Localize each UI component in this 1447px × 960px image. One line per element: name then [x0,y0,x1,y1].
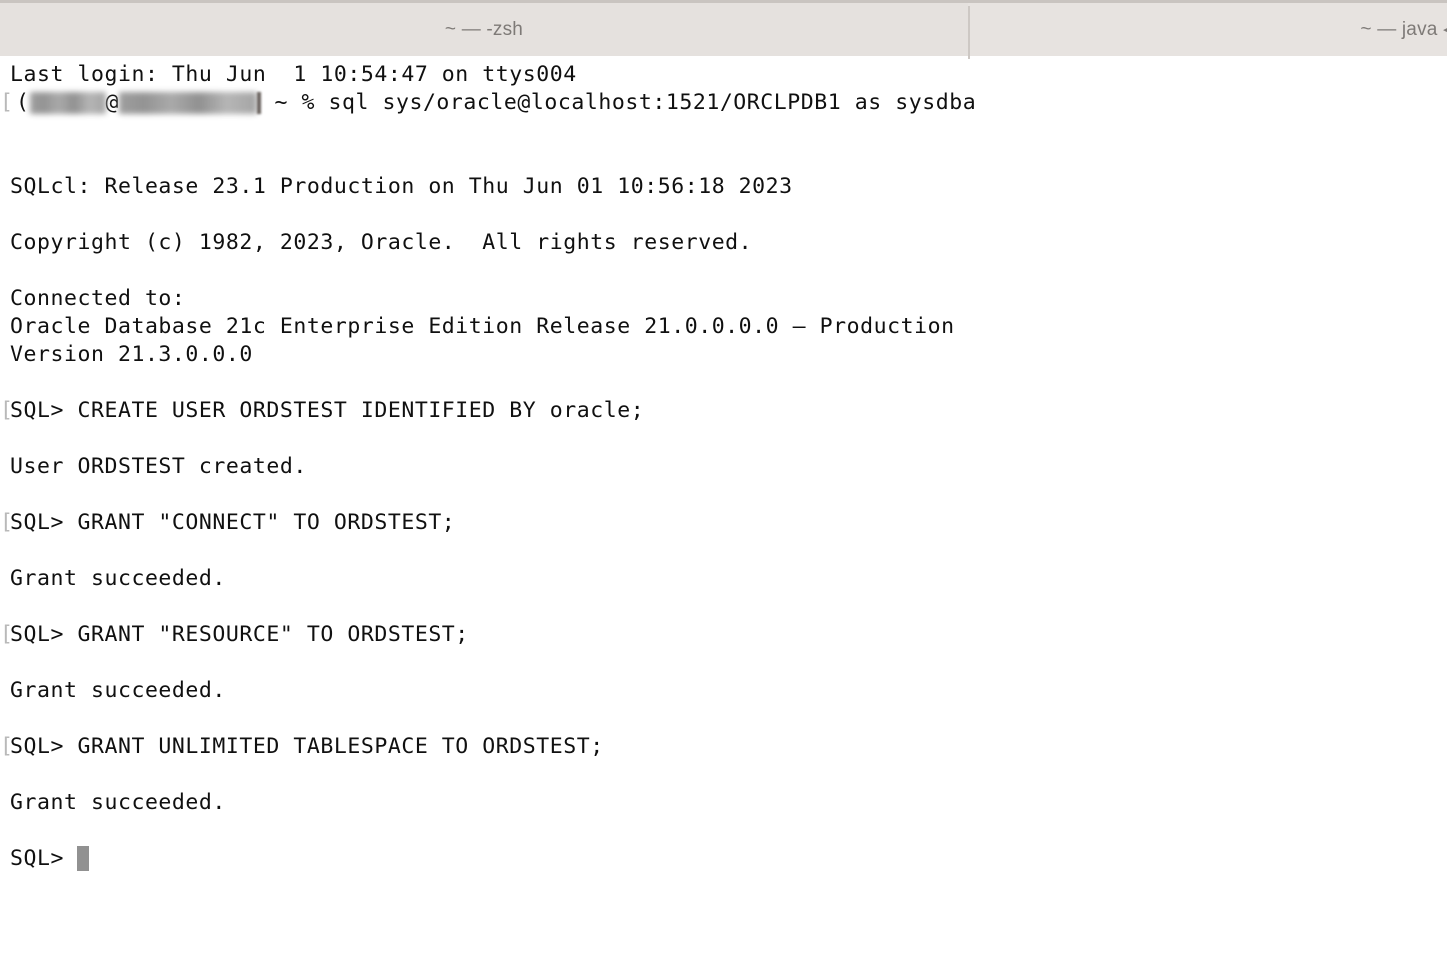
terminal-line-sql-create-user: [SQL> CREATE USER ORDSTEST IDENTIFIED BY… [0,397,1447,425]
terminal-line-grant-succeeded-2: Grant succeeded. [10,678,226,703]
terminal-line-connected-to: Connected to: [10,286,186,311]
terminal-output[interactable]: Last login: Thu Jun 1 10:54:47 on ttys00… [0,56,1447,960]
terminal-line-active-prompt[interactable]: SQL> [0,845,1447,873]
tab-zsh-label: ~ — -zsh [444,18,524,40]
terminal-line-db-version: Version 21.3.0.0.0 [10,342,253,367]
prompt-at: @ [105,90,119,115]
tab-java[interactable]: ~ — java ◂ o [968,3,1447,56]
terminal-line-db-edition: Oracle Database 21c Enterprise Edition R… [10,314,955,339]
sql-statement-grant-connect: SQL> GRANT "CONNECT" TO ORDSTEST; [10,510,456,535]
prompt-mark-icon: [ [0,510,14,535]
terminal-line-shell-prompt: [(@ ~ % sql sys/oracle@localhost:1521/OR… [0,89,1447,117]
terminal-line-sqlcl-release: SQLcl: Release 23.1 Production on Thu Ju… [10,174,793,199]
redacted-hostname [119,92,257,114]
redacted-username [29,92,106,114]
text-cursor [77,846,90,871]
prompt-mark-icon: [ [0,622,14,647]
prompt-suffix: ~ % [261,90,329,115]
sql-statement-grant-resource: SQL> GRANT "RESOURCE" TO ORDSTEST; [10,622,469,647]
terminal-line-grant-succeeded-1: Grant succeeded. [10,566,226,591]
prompt-mark-icon: [ [0,90,14,115]
shell-command-sql-connect: sql sys/oracle@localhost:1521/ORCLPDB1 a… [328,90,977,115]
tab-divider [968,6,970,59]
tab-bar: ~ — -zsh ~ — java ◂ o [0,0,1447,59]
terminal-line-sql-grant-tablespace: [SQL> GRANT UNLIMITED TABLESPACE TO ORDS… [0,733,1447,761]
terminal-line-sql-grant-connect: [SQL> GRANT "CONNECT" TO ORDSTEST; [0,509,1447,537]
tab-zsh[interactable]: ~ — -zsh [0,3,968,56]
sql-statement-create-user: SQL> CREATE USER ORDSTEST IDENTIFIED BY … [10,398,645,423]
terminal-line-copyright: Copyright (c) 1982, 2023, Oracle. All ri… [10,230,753,255]
redacted-bracket-close [257,92,261,114]
sql-prompt-label: SQL> [10,846,78,871]
prompt-mark-icon: [ [0,398,14,423]
terminal-line-sql-grant-resource: [SQL> GRANT "RESOURCE" TO ORDSTEST; [0,621,1447,649]
terminal-window: ~ — -zsh ~ — java ◂ o Last login: Thu Ju… [0,0,1447,960]
terminal-line-user-created: User ORDSTEST created. [10,454,307,479]
sql-statement-grant-tablespace: SQL> GRANT UNLIMITED TABLESPACE TO ORDST… [10,734,604,759]
terminal-line-grant-succeeded-3: Grant succeeded. [10,790,226,815]
tab-java-label: ~ — java ◂ o [1360,19,1447,40]
prompt-mark-icon: [ [0,734,14,759]
terminal-line-last-login: Last login: Thu Jun 1 10:54:47 on ttys00… [10,62,577,87]
